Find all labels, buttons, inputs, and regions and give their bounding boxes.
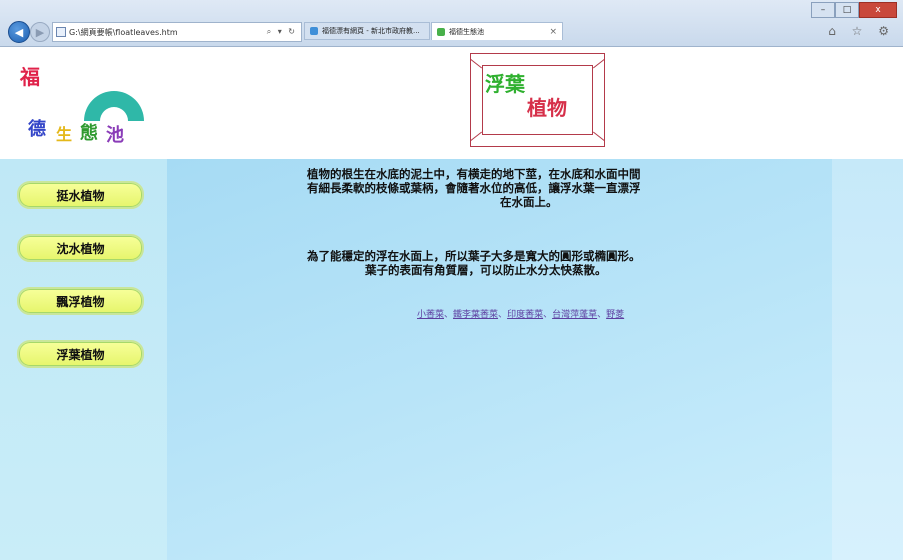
address-bar[interactable]: G:\網頁要帳\floatleaves.htm ⌕ ▾ ↻ [52, 22, 302, 42]
frame-corner [592, 131, 605, 141]
description-line: 為了能穩定的浮在水面上，所以葉子大多是寬大的圓形或橢圓形。 [307, 249, 641, 263]
ie-icon [310, 27, 318, 35]
frame-corner [470, 131, 483, 141]
site-logo: 福 德 生 態 池 [18, 57, 148, 157]
page-title-line2: 植物 [527, 96, 567, 120]
link-separator: 、 [597, 310, 607, 320]
description-line: 葉子的表面有角質層，可以防止水分太快蒸散。 [365, 263, 607, 277]
plant-links: 小莕菜、鐵李葉莕菜、印度莕菜、台灣萍蓬草、野菱 [417, 307, 624, 320]
right-margin [832, 159, 903, 560]
tab-label: 福德生態池 [449, 27, 484, 36]
nav-free-floating-plants[interactable]: 飄浮植物 [17, 287, 144, 315]
link-plant[interactable]: 小莕菜 [417, 310, 444, 320]
toolbar-icons[interactable]: ⌂ ☆ ⚙ [828, 24, 895, 38]
logo-char: 生 [56, 125, 73, 144]
description-line: 有細長柔軟的枝條或葉柄，會隨著水位的高低，讓浮水葉一直漂浮 [307, 181, 641, 195]
close-tab-icon[interactable]: × [549, 27, 557, 37]
logo-char: 福 [20, 65, 40, 89]
arrow-right-icon: ▶ [35, 25, 45, 39]
search-refresh-icons[interactable]: ⌕ ▾ ↻ [267, 27, 301, 37]
logo-char: 態 [80, 123, 98, 144]
link-separator: 、 [498, 310, 508, 320]
frame-corner [592, 59, 605, 69]
page-header: 福 德 生 態 池 浮葉 植物 [0, 47, 903, 159]
tab-fude-pond[interactable]: 福德生態池 × [431, 22, 563, 40]
tab-label: 福德漂有網頁 - 新北市政府教... [322, 27, 420, 35]
address-url[interactable]: G:\網頁要帳\floatleaves.htm [69, 27, 267, 38]
rainbow-arc-icon [84, 91, 144, 121]
nav-submerged-plants[interactable]: 沈水植物 [17, 234, 144, 262]
page-title-banner: 浮葉 植物 [470, 53, 605, 147]
sidebar-nav: 挺水植物 沈水植物 飄浮植物 浮葉植物 [0, 159, 167, 560]
link-plant[interactable]: 印度莕菜 [507, 310, 543, 320]
window-controls: – □ x [811, 2, 897, 18]
frame-corner [470, 59, 483, 69]
close-window-button[interactable]: x [859, 2, 897, 18]
forward-button[interactable]: ▶ [30, 22, 50, 42]
tab-ntpc[interactable]: 福德漂有網頁 - 新北市政府教... [304, 22, 430, 40]
nav-emergent-plants[interactable]: 挺水植物 [17, 181, 144, 209]
description-line: 在水面上。 [500, 195, 558, 209]
link-plant[interactable]: 野菱 [606, 310, 624, 320]
link-separator: 、 [543, 310, 553, 320]
page-title-line1: 浮葉 [485, 72, 525, 96]
arrow-left-icon: ◀ [14, 25, 24, 39]
link-plant[interactable]: 鐵李葉莕菜 [453, 310, 498, 320]
logo-char: 池 [106, 125, 124, 146]
page-icon [56, 27, 66, 37]
nav-floating-leaf-plants[interactable]: 浮葉植物 [17, 340, 144, 368]
browser-chrome: ◀ ▶ G:\網頁要帳\floatleaves.htm ⌕ ▾ ↻ 福德漂有網頁… [0, 0, 903, 47]
link-plant[interactable]: 台灣萍蓬草 [552, 310, 597, 320]
minimize-button[interactable]: – [811, 2, 835, 18]
back-button[interactable]: ◀ [8, 21, 30, 43]
ie-icon [437, 27, 445, 36]
maximize-button[interactable]: □ [835, 2, 859, 18]
logo-char: 德 [28, 119, 46, 140]
link-separator: 、 [444, 310, 454, 320]
description-line: 植物的根生在水底的泥土中，有横走的地下莖，在水底和水面中間 [307, 167, 641, 181]
main-content: 植物的根生在水底的泥土中，有横走的地下莖，在水底和水面中間 有細長柔軟的枝條或葉… [167, 159, 832, 560]
